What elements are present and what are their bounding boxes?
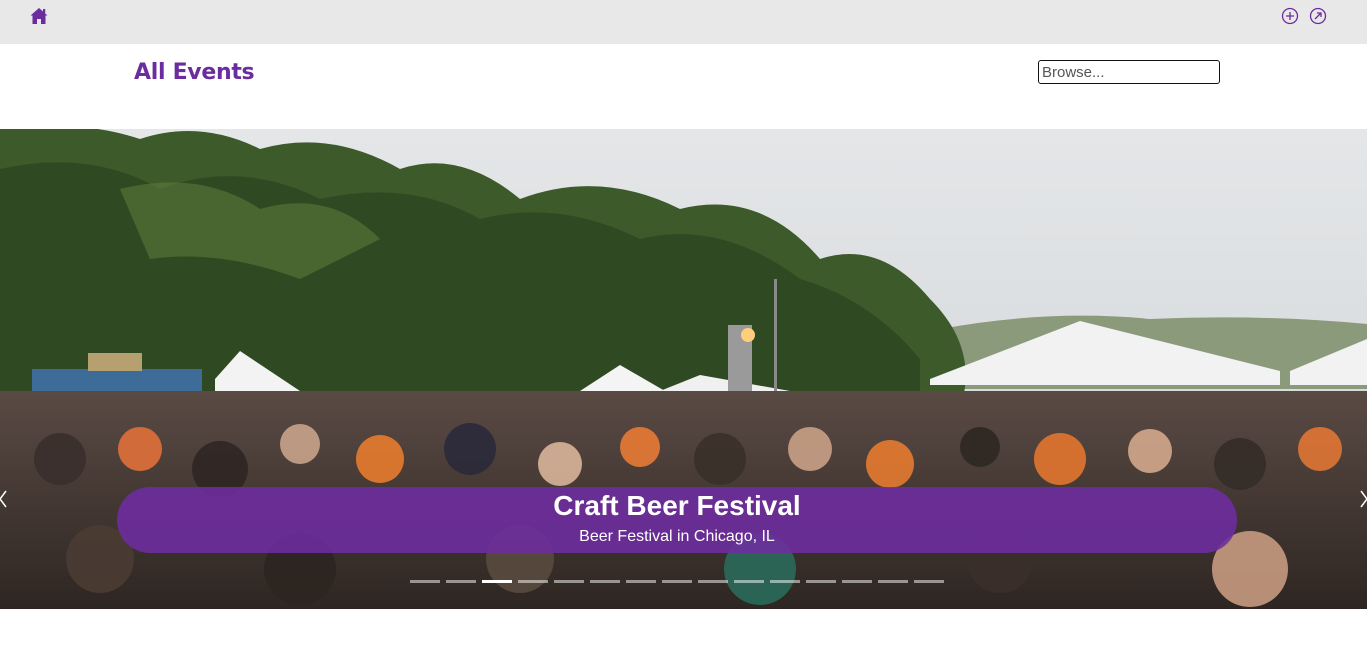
carousel-indicator[interactable] bbox=[662, 580, 692, 583]
external-link-circle-icon[interactable] bbox=[1309, 7, 1327, 25]
slide-subtitle: Beer Festival in Chicago, IL bbox=[579, 528, 775, 545]
carousel-indicator[interactable] bbox=[770, 580, 800, 583]
page-title: All Events bbox=[134, 60, 255, 85]
carousel-indicator[interactable] bbox=[446, 580, 476, 583]
slide-caption: Craft Beer Festival Beer Festival in Chi… bbox=[117, 487, 1237, 553]
carousel-indicator[interactable] bbox=[698, 580, 728, 583]
chevron-left-icon[interactable] bbox=[0, 479, 14, 519]
carousel-indicator[interactable] bbox=[842, 580, 872, 583]
carousel-indicator[interactable] bbox=[914, 580, 944, 583]
carousel-indicator[interactable] bbox=[878, 580, 908, 583]
carousel-indicator[interactable] bbox=[410, 580, 440, 583]
chevron-right-icon[interactable] bbox=[1353, 479, 1367, 519]
carousel-indicator[interactable] bbox=[806, 580, 836, 583]
slide-title: Craft Beer Festival bbox=[553, 490, 801, 521]
carousel-indicator[interactable] bbox=[518, 580, 548, 583]
search-input[interactable] bbox=[1038, 60, 1220, 84]
top-navbar bbox=[0, 0, 1367, 44]
add-circle-icon[interactable] bbox=[1281, 7, 1299, 25]
carousel-indicator[interactable] bbox=[554, 580, 584, 583]
carousel-indicators bbox=[410, 580, 944, 583]
event-carousel: Craft Beer Festival Beer Festival in Chi… bbox=[0, 129, 1367, 609]
carousel-indicator[interactable] bbox=[626, 580, 656, 583]
top-actions bbox=[1281, 7, 1327, 25]
carousel-indicator[interactable] bbox=[590, 580, 620, 583]
carousel-indicator[interactable] bbox=[734, 580, 764, 583]
home-icon[interactable] bbox=[29, 6, 49, 26]
carousel-indicator[interactable] bbox=[482, 580, 512, 583]
